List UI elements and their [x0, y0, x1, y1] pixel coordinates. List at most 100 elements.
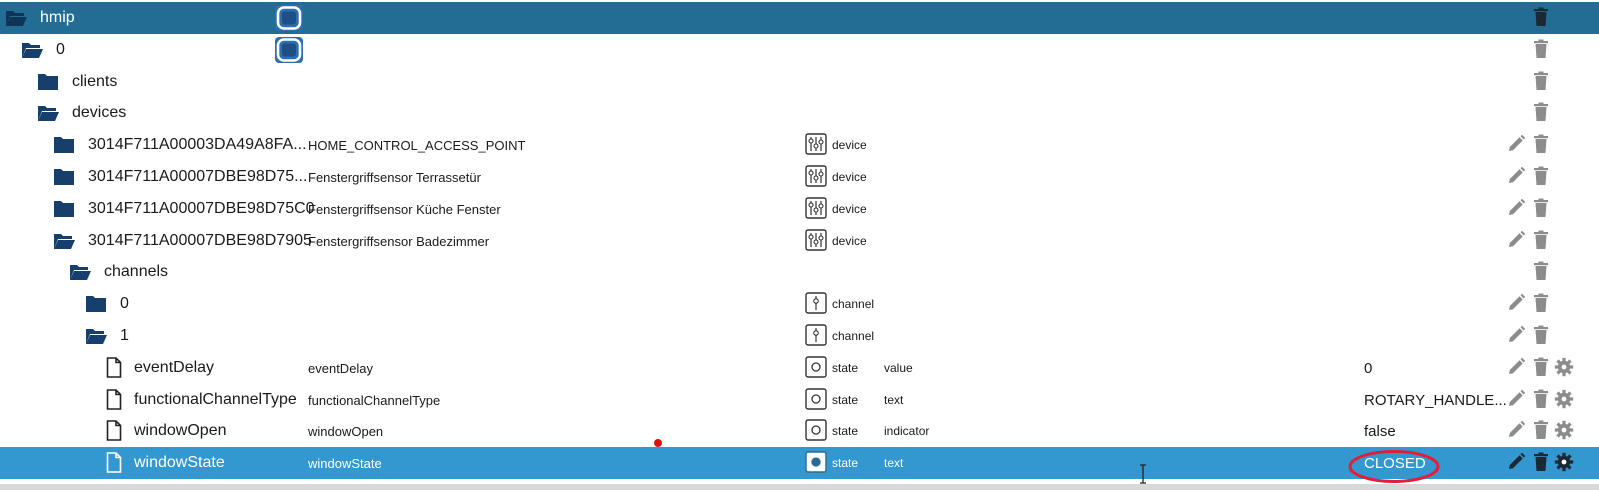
tree-row[interactable]: 3014F711A00003DA49A8FA... HOME_CONTROL_AC… [0, 129, 1599, 161]
adapter-app-icon [275, 5, 303, 31]
tree-row[interactable]: eventDelay eventDelay state value 0 [0, 352, 1599, 384]
edit-pencil-icon[interactable] [1506, 452, 1526, 472]
device-type-icon [805, 197, 827, 219]
delete-trash-icon[interactable] [1531, 198, 1551, 218]
tree-row[interactable]: clients [0, 66, 1599, 98]
delete-trash-icon[interactable] [1531, 7, 1551, 27]
state-type-icon [805, 387, 827, 410]
settings-gear-icon[interactable] [1554, 452, 1574, 472]
edit-pencil-icon[interactable] [1506, 293, 1526, 313]
edit-pencil-icon[interactable] [1506, 389, 1526, 409]
delete-trash-icon[interactable] [1531, 420, 1551, 440]
file-icon [106, 388, 122, 410]
row-title: eventDelay [308, 360, 374, 376]
row-title: Fenstergriffsensor Küche Fenster [308, 201, 501, 217]
tree-row[interactable]: 3014F711A00007DBE98D7905 Fenstergriffsens… [0, 225, 1599, 257]
delete-trash-icon[interactable] [1531, 452, 1551, 472]
row-type: channel [832, 297, 875, 312]
edit-pencil-icon[interactable] [1506, 420, 1526, 440]
delete-trash-icon[interactable] [1531, 102, 1551, 122]
row-id: 0 [120, 295, 129, 313]
tree-row[interactable]: 3014F711A00007DBE98D75C0 Fenstergriffsens… [0, 193, 1599, 225]
tree-row[interactable]: windowOpen windowOpen state indicator false [0, 415, 1599, 447]
tree-row[interactable]: 0 [0, 34, 1599, 66]
folder-open-icon[interactable] [53, 232, 75, 250]
settings-gear-icon[interactable] [1554, 357, 1574, 377]
row-type: device [832, 169, 867, 184]
edit-pencil-icon[interactable] [1506, 357, 1526, 377]
edit-pencil-icon[interactable] [1506, 166, 1526, 186]
state-type-icon [805, 356, 827, 378]
row-title: windowOpen [308, 424, 384, 440]
row-role: text [884, 392, 904, 407]
state-type-icon [805, 419, 827, 442]
delete-trash-icon[interactable] [1531, 293, 1551, 313]
row-id: clients [72, 72, 118, 90]
row-id: 0 [56, 40, 65, 58]
delete-trash-icon[interactable] [1531, 389, 1551, 409]
folder-open-icon[interactable] [69, 263, 91, 281]
delete-trash-icon[interactable] [1531, 261, 1551, 281]
row-id: 3014F711A00003DA49A8FA... [88, 136, 307, 154]
row-id: 1 [120, 326, 129, 344]
folder-closed-icon[interactable] [53, 136, 75, 154]
row-role: value [884, 360, 913, 375]
text-cursor-icon [1140, 464, 1146, 484]
delete-trash-icon[interactable] [1531, 325, 1551, 345]
row-id: 3014F711A00007DBE98D75... [88, 167, 308, 185]
edit-pencil-icon[interactable] [1506, 325, 1526, 345]
row-id: eventDelay [134, 358, 215, 376]
row-type: state [832, 456, 859, 471]
settings-gear-icon[interactable] [1554, 420, 1574, 440]
channel-type-icon [805, 324, 827, 346]
row-type: device [832, 201, 867, 216]
folder-open-icon[interactable] [37, 104, 59, 122]
folder-open-icon[interactable] [21, 41, 43, 59]
row-role: indicator [884, 424, 930, 439]
folder-closed-icon[interactable] [53, 168, 75, 186]
delete-trash-icon[interactable] [1531, 134, 1551, 154]
tree-row[interactable]: 0 channel [0, 288, 1599, 320]
row-value[interactable]: false [1364, 423, 1396, 440]
delete-trash-icon[interactable] [1531, 230, 1551, 250]
folder-closed-icon[interactable] [37, 73, 59, 91]
file-icon [106, 420, 122, 442]
file-icon [106, 452, 122, 473]
tree-row[interactable]: 1 channel [0, 320, 1599, 352]
row-id: 3014F711A00007DBE98D75C0 [88, 199, 315, 217]
row-type: state [832, 360, 859, 375]
row-type: state [832, 424, 859, 439]
delete-trash-icon[interactable] [1531, 357, 1551, 377]
edit-pencil-icon[interactable] [1506, 134, 1526, 154]
row-id: windowOpen [134, 422, 227, 440]
settings-gear-icon[interactable] [1554, 389, 1574, 409]
row-title: functionalChannelType [308, 392, 441, 408]
row-id: functionalChannelType [134, 390, 297, 408]
device-type-icon [805, 228, 827, 251]
folder-closed-icon[interactable] [85, 295, 107, 313]
row-id: channels [104, 263, 169, 281]
delete-trash-icon[interactable] [1531, 71, 1551, 91]
edit-pencil-icon[interactable] [1506, 230, 1526, 250]
row-title: Fenstergriffsensor Badezimmer [308, 233, 490, 249]
annotation-highlight-ring [1348, 450, 1440, 483]
tree-row[interactable]: hmip [0, 2, 1599, 34]
delete-trash-icon[interactable] [1531, 166, 1551, 186]
device-type-icon [805, 133, 827, 155]
row-value[interactable]: ROTARY_HANDLE... [1364, 392, 1507, 409]
tree-row[interactable]: 3014F711A00007DBE98D75... Fenstergriffsen… [0, 161, 1599, 193]
tree-row[interactable]: functionalChannelType functionalChannelTy… [0, 384, 1599, 416]
edit-pencil-icon[interactable] [1506, 198, 1526, 218]
row-value[interactable]: 0 [1364, 360, 1372, 377]
file-icon [106, 356, 122, 378]
folder-open-icon[interactable] [5, 9, 27, 27]
adapter-app-icon [275, 36, 303, 63]
device-type-icon [805, 165, 827, 187]
tree-row[interactable]: channels [0, 256, 1599, 288]
delete-trash-icon[interactable] [1531, 39, 1551, 59]
horizontal-scrollbar[interactable] [0, 484, 1599, 490]
row-title: windowState [308, 456, 382, 472]
folder-closed-icon[interactable] [53, 200, 75, 218]
tree-row[interactable]: devices [0, 97, 1599, 129]
folder-open-icon[interactable] [85, 327, 107, 345]
